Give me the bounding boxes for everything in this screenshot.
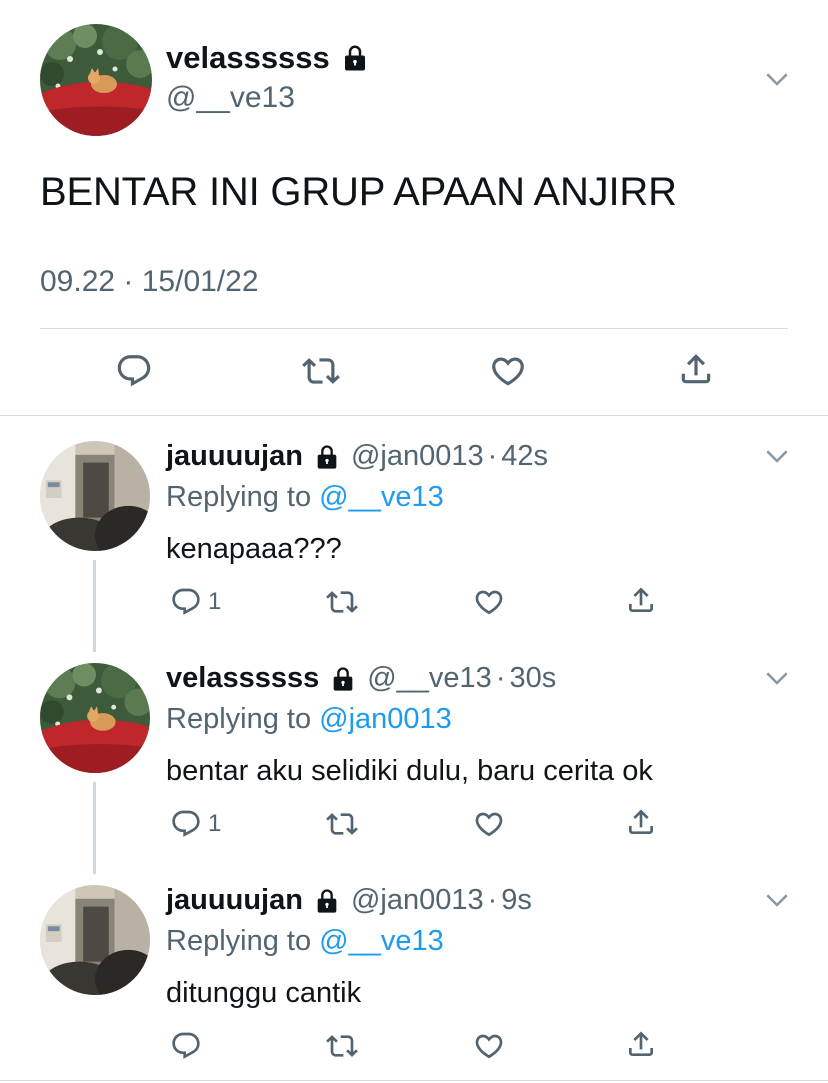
thread-line [93,560,96,652]
mention-link[interactable]: @jan0013 [319,703,452,735]
reply-icon [170,808,202,840]
author-handle: @jan0013 [350,884,484,916]
like-button[interactable] [473,808,505,840]
share-icon [625,1028,657,1060]
reply-time: 42s [501,440,549,472]
lock-icon [340,43,370,73]
lock-icon [329,665,357,693]
reply-count: 1 [208,588,222,615]
display-name-text: jauuuujan [166,440,303,472]
retweet-button[interactable] [326,1030,358,1062]
share-button[interactable] [625,806,657,838]
reply-text: ditunggu cantik [166,977,362,1009]
like-icon [489,352,527,390]
reply-header[interactable]: velassssss @__ve13 · 30s [166,662,556,695]
share-button[interactable] [625,584,657,616]
retweet-button[interactable] [302,352,340,390]
reply-icon [170,586,202,618]
reply-time: 30s [509,662,557,694]
reply-button[interactable] [170,1030,202,1062]
lock-icon [313,887,341,915]
reply-icon [170,1030,202,1062]
share-icon [625,584,657,616]
retweet-button[interactable] [326,808,358,840]
like-button[interactable] [473,586,505,618]
chevron-down-icon[interactable] [762,441,792,471]
reply-text: kenapaaa??? [166,533,342,565]
author-handle: @jan0013 [350,440,484,472]
chevron-down-icon[interactable] [762,64,792,94]
lock-icon [313,443,341,471]
replying-to: Replying to @__ve13 [166,481,444,514]
thread-line [93,782,96,874]
like-icon [473,1030,505,1062]
avatar-room-doorway-icon [40,885,150,995]
replying-to-prefix: Replying to [166,481,320,513]
divider [40,328,788,329]
replying-to: Replying to @__ve13 [166,925,444,958]
reply-button[interactable]: 1 [170,586,221,618]
avatar-cat-on-red-car-icon [40,24,152,136]
chevron-down-icon[interactable] [762,885,792,915]
reply-header[interactable]: jauuuujan @jan0013 · 9s [166,884,532,917]
separator-dot: · [487,440,498,472]
chevron-down-icon[interactable] [762,663,792,693]
separator-dot: · [495,662,506,694]
reply-button[interactable] [115,352,153,390]
divider [0,415,828,416]
share-icon [677,350,715,388]
reply-text: bentar aku selidiki dulu, baru cerita ok [166,755,653,787]
display-name-text: velassssss [166,40,330,75]
divider [0,1080,828,1081]
avatar[interactable] [40,663,150,773]
like-button[interactable] [473,1030,505,1062]
author-handle[interactable]: @__ve13 [166,81,295,115]
avatar[interactable] [40,441,150,551]
share-button[interactable] [625,1028,657,1060]
avatar[interactable] [40,24,152,136]
retweet-icon [302,352,340,390]
display-name-text: velassssss [166,662,320,694]
retweet-icon [326,808,358,840]
like-icon [473,808,505,840]
separator-dot: · [487,884,498,916]
reply-count: 1 [208,810,222,837]
mention-link[interactable]: @__ve13 [319,481,444,513]
tweet-timestamp[interactable]: 09.22 · 15/01/22 [40,265,259,299]
reply-button[interactable]: 1 [170,808,221,840]
replying-to-prefix: Replying to [166,925,320,957]
like-icon [473,586,505,618]
retweet-icon [326,586,358,618]
avatar-room-doorway-icon [40,441,150,551]
mention-link[interactable]: @__ve13 [319,925,444,957]
display-name-text: jauuuujan [166,884,303,916]
share-icon [625,806,657,838]
reply-icon [115,352,153,390]
tweet-text: BENTAR INI GRUP APAAN ANJIRR [40,170,677,214]
retweet-button[interactable] [326,586,358,618]
replying-to-prefix: Replying to [166,703,320,735]
author-display-name[interactable]: velassssss [166,40,370,76]
replying-to: Replying to @jan0013 [166,703,452,736]
share-button[interactable] [677,350,715,388]
author-handle: @__ve13 [367,662,492,694]
retweet-icon [326,1030,358,1062]
like-button[interactable] [489,352,527,390]
avatar-cat-on-red-car-icon [40,663,150,773]
reply-header[interactable]: jauuuujan @jan0013 · 42s [166,440,548,473]
avatar[interactable] [40,885,150,995]
reply-time: 9s [501,884,532,916]
